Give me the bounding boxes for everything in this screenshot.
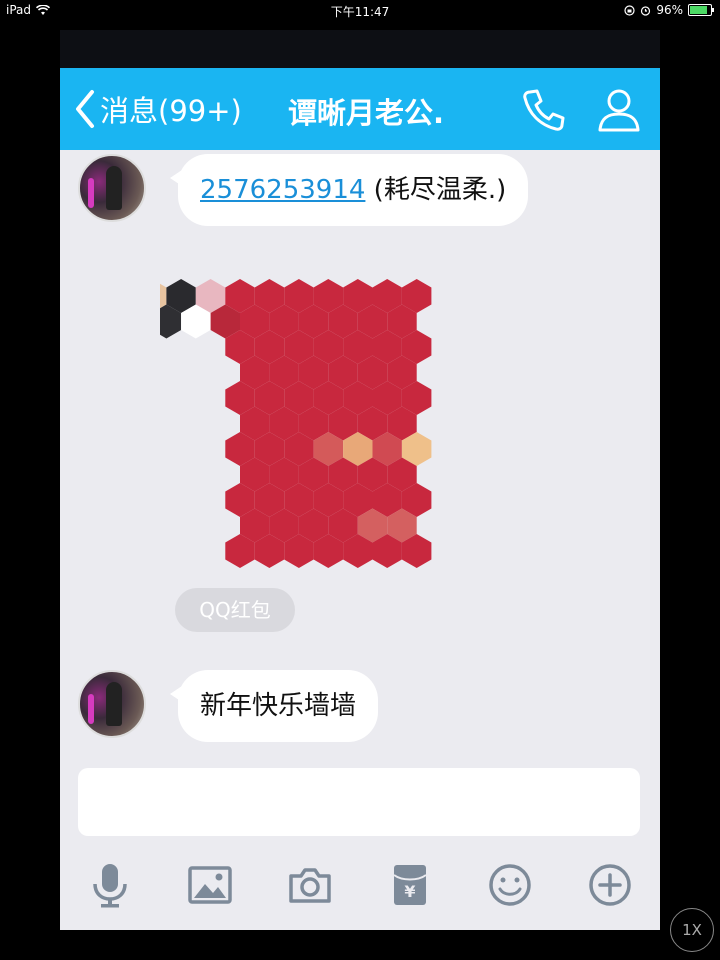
voice-button[interactable]: [85, 860, 135, 910]
chat-title: 谭晰月老公.: [288, 96, 445, 130]
more-button[interactable]: [585, 860, 635, 910]
red-packet-label: QQ红包: [175, 588, 295, 632]
message-input[interactable]: [78, 768, 640, 836]
message-bubble[interactable]: 新年快乐墙墙: [169, 670, 379, 742]
battery-percent: 96%: [656, 3, 683, 17]
orientation-lock-icon: [624, 4, 635, 16]
status-right: 96%: [624, 3, 714, 17]
image-icon: [188, 866, 232, 904]
add-icon: [589, 864, 631, 906]
zoom-badge[interactable]: 1X: [670, 908, 714, 952]
status-bar: iPad 下午11:47 96%: [0, 0, 720, 22]
status-time: 下午11:47: [330, 5, 390, 19]
emoji-button[interactable]: [485, 860, 535, 910]
red-packet-button[interactable]: ¥: [385, 860, 435, 910]
chevron-left-icon: [76, 90, 94, 128]
avatar-neon: [88, 178, 94, 208]
battery-icon: [688, 4, 714, 16]
person-icon: [598, 89, 640, 132]
top-strip: [60, 30, 660, 68]
back-button[interactable]: 消息(99+): [74, 88, 242, 130]
qq-number-link[interactable]: 2576253914: [200, 175, 365, 205]
microphone-icon: [93, 864, 127, 908]
red-packet-icon: ¥: [393, 865, 427, 905]
profile-button[interactable]: [595, 86, 643, 138]
avatar-figure: [106, 166, 122, 210]
avatar-figure: [106, 682, 122, 726]
photo-button[interactable]: [185, 860, 235, 910]
emoji-icon: [489, 864, 531, 906]
back-label: 消息(99+): [100, 94, 242, 128]
pixelated-red-packet: [160, 279, 432, 568]
input-toolbar: ¥: [60, 850, 660, 920]
message-text: (耗尽温柔.): [365, 175, 507, 205]
camera-button[interactable]: [285, 860, 335, 910]
alarm-icon: [641, 5, 651, 16]
phone-icon: [523, 89, 565, 131]
avatar-neon: [88, 694, 94, 724]
svg-text:¥: ¥: [404, 882, 415, 901]
camera-icon: [289, 868, 331, 903]
red-packet-card[interactable]: [160, 266, 450, 578]
call-button[interactable]: [520, 86, 568, 138]
chat-screen: 消息(99+) 谭晰月老公. 2576253914 (耗尽温柔.) QQ红包 新…: [60, 30, 660, 930]
nav-bar: 消息(99+) 谭晰月老公.: [60, 68, 660, 150]
message-text: 新年快乐墙墙: [200, 691, 357, 721]
sender-avatar[interactable]: [78, 154, 146, 222]
battery-fill: [690, 6, 708, 14]
sender-avatar[interactable]: [78, 670, 146, 738]
message-bubble[interactable]: 2576253914 (耗尽温柔.): [169, 154, 529, 226]
